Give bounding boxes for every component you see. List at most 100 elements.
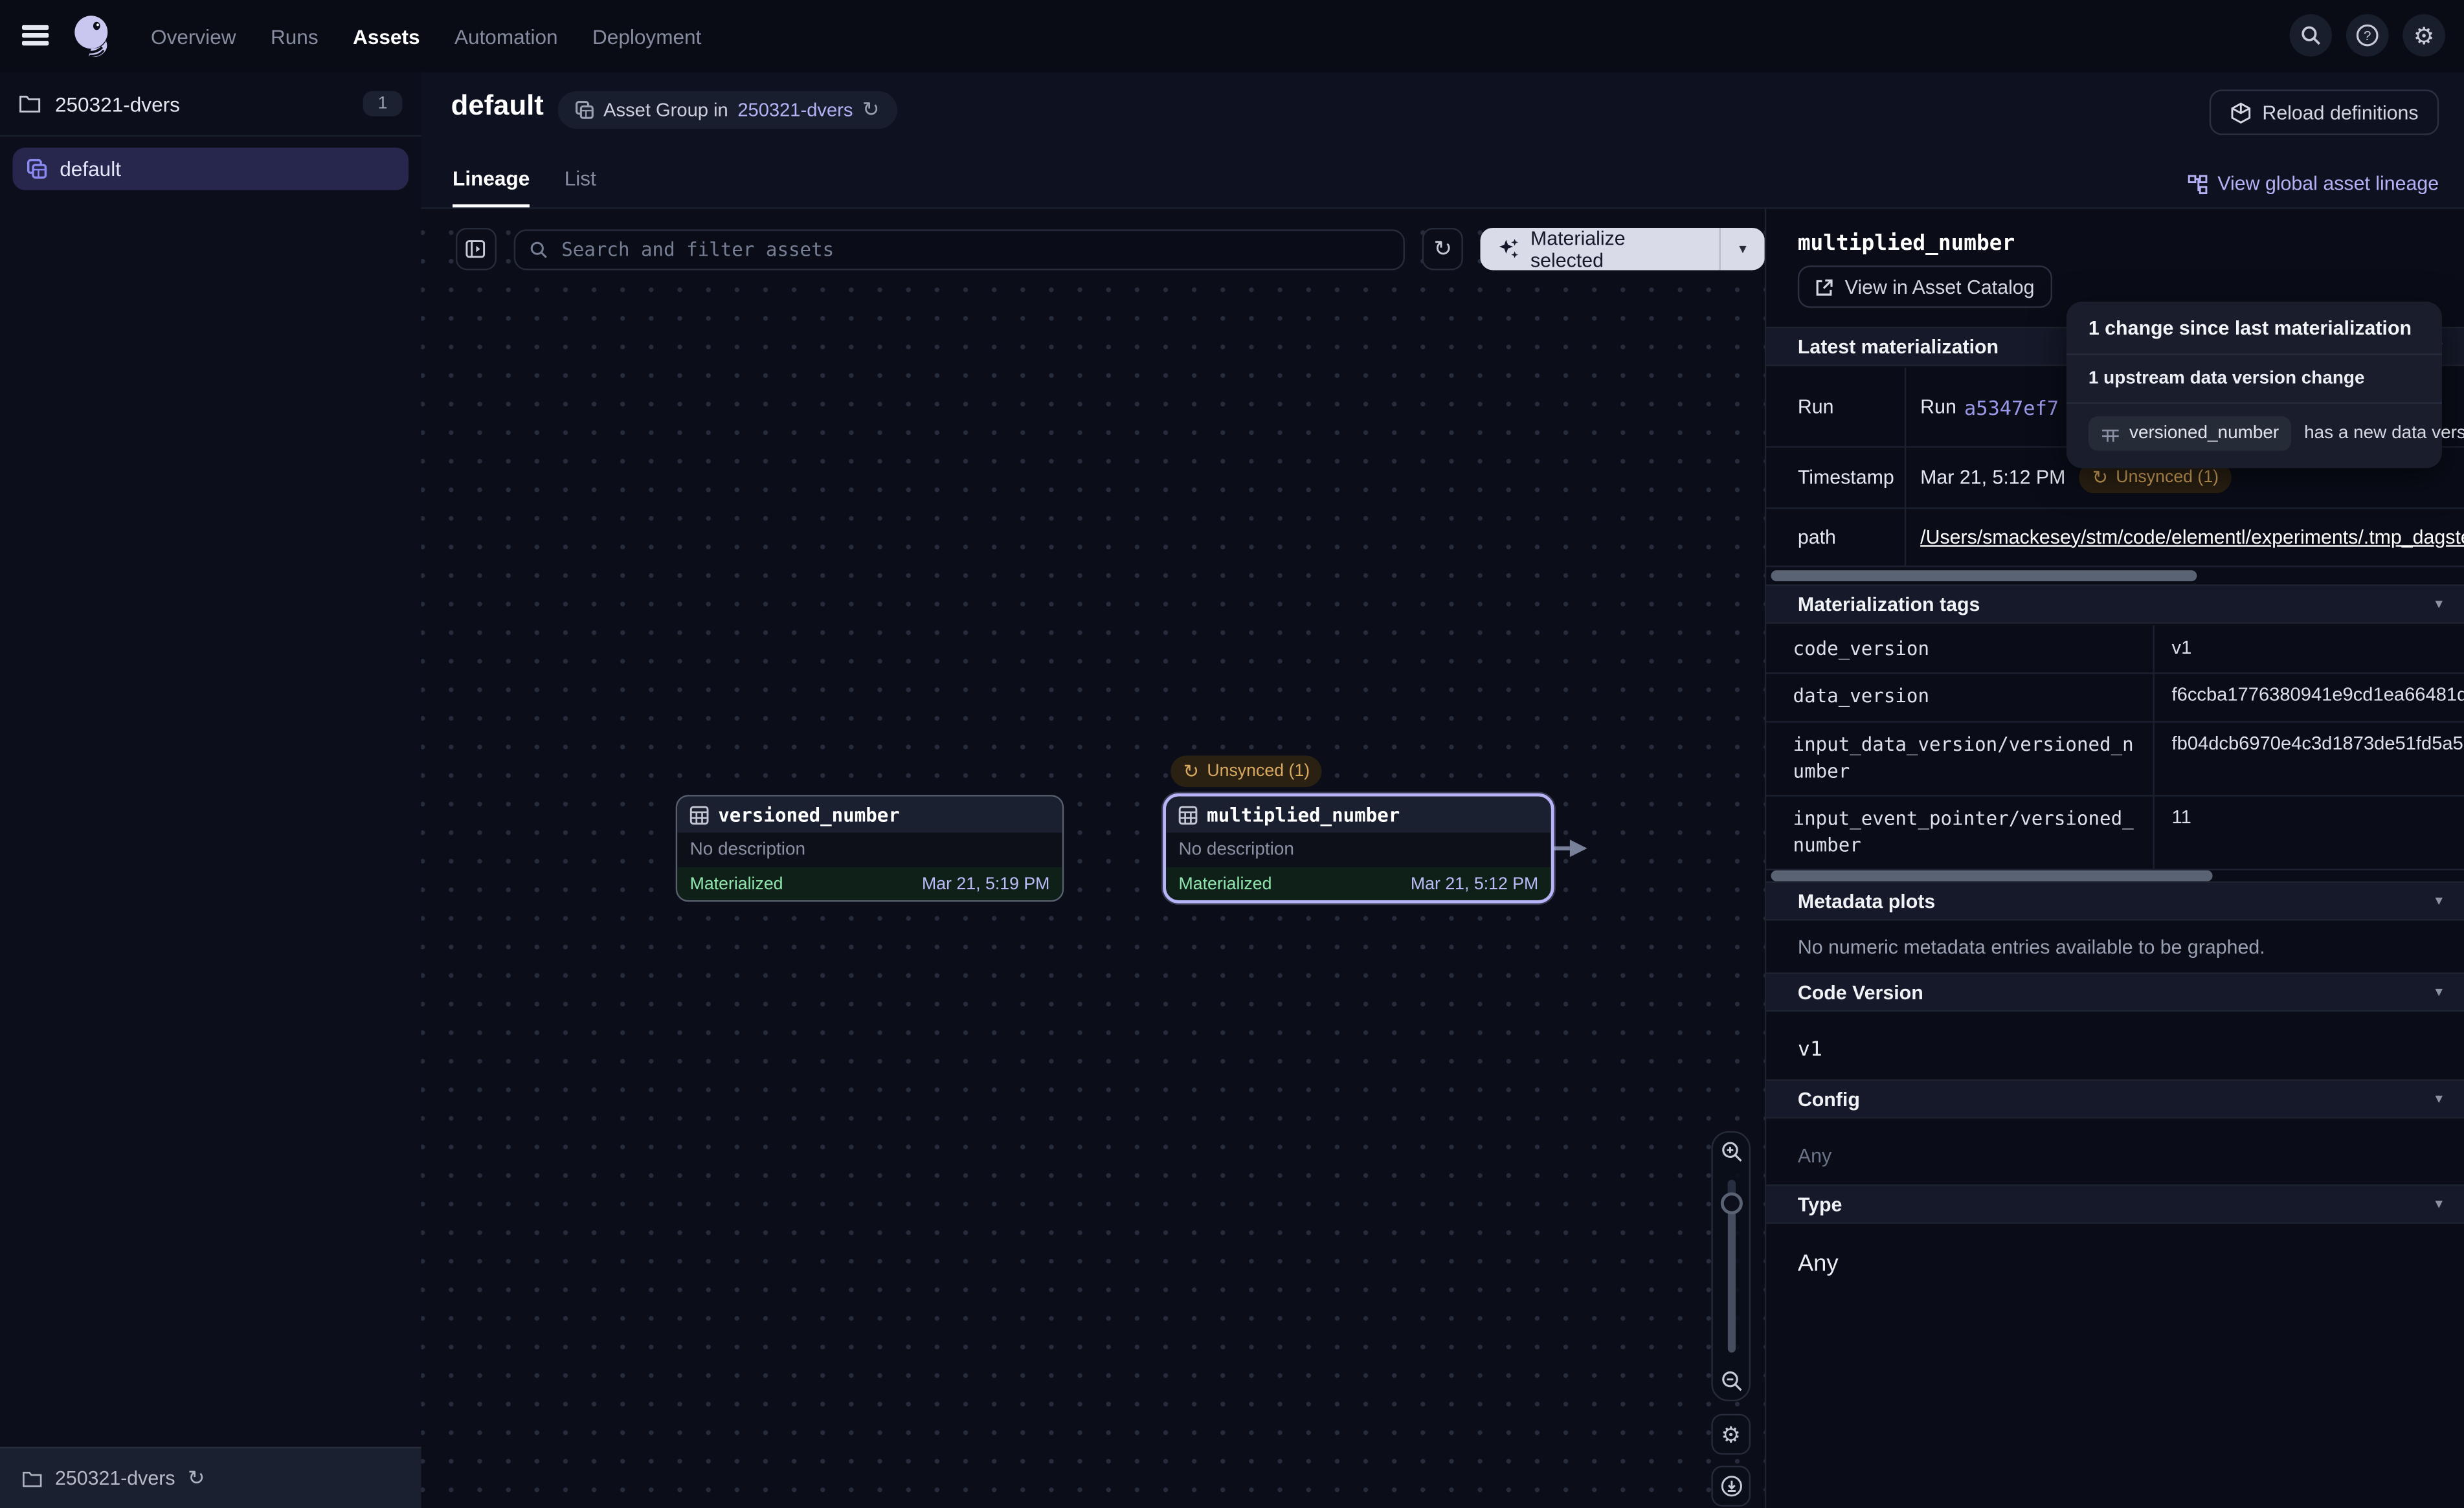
collapse-panel-icon[interactable] xyxy=(456,228,497,271)
chevron-down-icon[interactable]: ▼ xyxy=(2433,1197,2445,1212)
asset-node-versioned-number[interactable]: versioned_number No description Material… xyxy=(676,795,1064,902)
asset-group-icon xyxy=(575,100,594,119)
tooltip-suffix: has a new data version xyxy=(2304,424,2464,443)
help-icon[interactable]: ? xyxy=(2346,14,2389,57)
section-code-version[interactable]: Code Version ▼ xyxy=(1766,972,2464,1012)
sidebar-group-row[interactable]: 250321-dvers 1 xyxy=(0,72,421,137)
svg-text:?: ? xyxy=(2364,28,2371,43)
code-version-value: v1 xyxy=(1798,1038,1822,1061)
folder-icon xyxy=(22,1470,43,1487)
lineage-graph-icon xyxy=(2188,173,2208,194)
view-in-asset-catalog-button[interactable]: View in Asset Catalog xyxy=(1798,265,2052,308)
dagster-logo-icon[interactable] xyxy=(71,14,113,58)
path-row: path /Users/smackesey/stm/code/elementl/… xyxy=(1766,507,2464,567)
section-type[interactable]: Type ▼ xyxy=(1766,1184,2464,1224)
nav-item-runs[interactable]: Runs xyxy=(271,25,319,48)
materialize-selected-button: Materialize selected ▼ xyxy=(1481,228,1765,271)
materialized-status: Materialized xyxy=(1178,874,1271,893)
asset-node-status: Materialized Mar 21, 5:12 PM xyxy=(1166,867,1551,900)
materialize-selected-main[interactable]: Materialize selected xyxy=(1481,228,1719,271)
view-global-asset-lineage-link[interactable]: View global asset lineage xyxy=(2188,173,2439,195)
sidebar-item-default[interactable]: default xyxy=(12,148,409,190)
panel-asset-title: multiplied_number xyxy=(1798,231,2015,256)
horizontal-scrollbar[interactable] xyxy=(1771,870,2213,882)
page-title: default xyxy=(451,89,544,122)
tab-list[interactable]: List xyxy=(565,166,596,207)
sidebar: 250321-dvers 1 default 250321-dvers ↻ xyxy=(0,72,423,1508)
section-metadata-plots[interactable]: Metadata plots ▼ xyxy=(1766,882,2464,921)
sidebar-footer[interactable]: 250321-dvers ↻ xyxy=(0,1447,421,1508)
tooltip-title: 1 change since last materialization xyxy=(2066,302,2442,355)
asset-node-description: No description xyxy=(1166,832,1551,867)
materialized-status: Materialized xyxy=(690,874,783,893)
nav-item-overview[interactable]: Overview xyxy=(151,25,236,48)
search-input[interactable] xyxy=(558,236,1389,261)
zoom-control-group xyxy=(1711,1131,1751,1401)
asset-node-header: multiplied_number xyxy=(1166,797,1551,833)
external-link-icon xyxy=(1815,277,1834,296)
zoom-slider[interactable] xyxy=(1713,1170,1749,1362)
view-tabs: Lineage List xyxy=(453,166,596,207)
sidebar-footer-label: 250321-dvers xyxy=(55,1467,175,1489)
horizontal-scrollbar[interactable] xyxy=(1771,570,2197,581)
graph-settings-gear-icon[interactable]: ⚙ xyxy=(1711,1414,1751,1455)
path-link[interactable]: /Users/smackesey/stm/code/elementl/exper… xyxy=(1920,526,2464,548)
tag-row: data_version f6ccba1776380941e9cd1ea6648… xyxy=(1766,672,2464,723)
timestamp-value: Mar 21, 5:12 PM xyxy=(1920,466,2065,488)
page-header: default Asset Group in 250321-dvers ↻ Re… xyxy=(421,72,2464,209)
section-materialization-tags[interactable]: Materialization tags ▼ xyxy=(1766,584,2464,624)
materialized-time: Mar 21, 5:19 PM xyxy=(922,874,1049,893)
run-id-link[interactable]: a5347ef7 xyxy=(1964,395,2059,418)
search-icon[interactable] xyxy=(2290,14,2333,57)
section-config[interactable]: Config ▼ xyxy=(1766,1080,2464,1119)
code-location-reload-icon xyxy=(2229,102,2251,124)
tag-row: code_version v1 xyxy=(1766,625,2464,674)
asset-node-multiplied-number[interactable]: multiplied_number No description Materia… xyxy=(1163,793,1554,904)
chevron-down-icon[interactable]: ▼ xyxy=(2433,985,2445,999)
timestamp-label: Timestamp xyxy=(1766,446,1906,507)
asset-search-box xyxy=(513,228,1405,269)
nav-item-deployment[interactable]: Deployment xyxy=(592,25,701,48)
chevron-down-icon[interactable]: ▼ xyxy=(2433,894,2445,908)
refresh-graph-icon[interactable]: ↻ xyxy=(1422,228,1463,271)
tooltip-detail-row: versioned_number has a new data version xyxy=(2066,404,2442,469)
change-tooltip: 1 change since last materialization 1 up… xyxy=(2066,302,2442,468)
metadata-plots-empty-text: No numeric metadata entries available to… xyxy=(1798,937,2265,959)
asset-node-status: Materialized Mar 21, 5:19 PM xyxy=(677,867,1062,900)
settings-gear-icon[interactable]: ⚙ xyxy=(2402,14,2445,57)
asset-pill[interactable]: versioned_number xyxy=(2089,416,2292,450)
table-icon xyxy=(1178,805,1197,824)
tooltip-subtitle: 1 upstream data version change xyxy=(2066,355,2442,404)
sparkle-icon xyxy=(1497,238,1521,261)
chevron-down-icon[interactable]: ▼ xyxy=(2433,1092,2445,1106)
search-icon xyxy=(530,239,548,258)
top-nav: Overview Runs Assets Automation Deployme… xyxy=(0,0,2464,72)
graph-toolbar: ↻ Materialize selected ▼ xyxy=(456,228,1765,271)
unsynced-badge-graph[interactable]: ↻ Unsynced (1) xyxy=(1170,756,1322,788)
asset-group-badge[interactable]: Asset Group in 250321-dvers ↻ xyxy=(558,91,897,129)
type-value: Any xyxy=(1798,1250,1839,1277)
tag-row: input_data_version/versioned_number fb04… xyxy=(1766,721,2464,797)
nav-item-assets[interactable]: Assets xyxy=(353,25,420,48)
nav-item-automation[interactable]: Automation xyxy=(454,25,558,48)
tag-row: input_event_pointer/versioned_number 11 xyxy=(1766,795,2464,870)
nav-items: Overview Runs Assets Automation Deployme… xyxy=(151,0,701,72)
reload-definitions-button[interactable]: Reload definitions xyxy=(2209,89,2439,135)
config-value: Any xyxy=(1798,1146,1831,1168)
zoom-in-icon[interactable] xyxy=(1713,1133,1749,1170)
chevron-down-icon[interactable]: ▼ xyxy=(2433,597,2445,611)
refresh-icon[interactable]: ↻ xyxy=(188,1466,205,1491)
tab-lineage[interactable]: Lineage xyxy=(453,166,530,207)
run-label: Run xyxy=(1766,368,1906,446)
asset-group-badge-link[interactable]: 250321-dvers xyxy=(737,99,853,121)
lineage-graph-canvas[interactable]: ↻ Materialize selected ▼ ↻ Unsynced (1) … xyxy=(421,209,1765,1508)
sidebar-group-label: 250321-dvers xyxy=(55,92,349,115)
menu-icon[interactable] xyxy=(22,25,49,46)
materialize-dropdown-caret[interactable]: ▼ xyxy=(1719,228,1765,271)
sidebar-group-count-badge: 1 xyxy=(363,91,403,116)
table-icon xyxy=(690,805,709,824)
refresh-icon[interactable]: ↻ xyxy=(862,97,879,122)
download-graph-icon[interactable] xyxy=(1711,1466,1751,1507)
zoom-slider-knob[interactable] xyxy=(1720,1192,1742,1214)
zoom-out-icon[interactable] xyxy=(1713,1362,1749,1399)
